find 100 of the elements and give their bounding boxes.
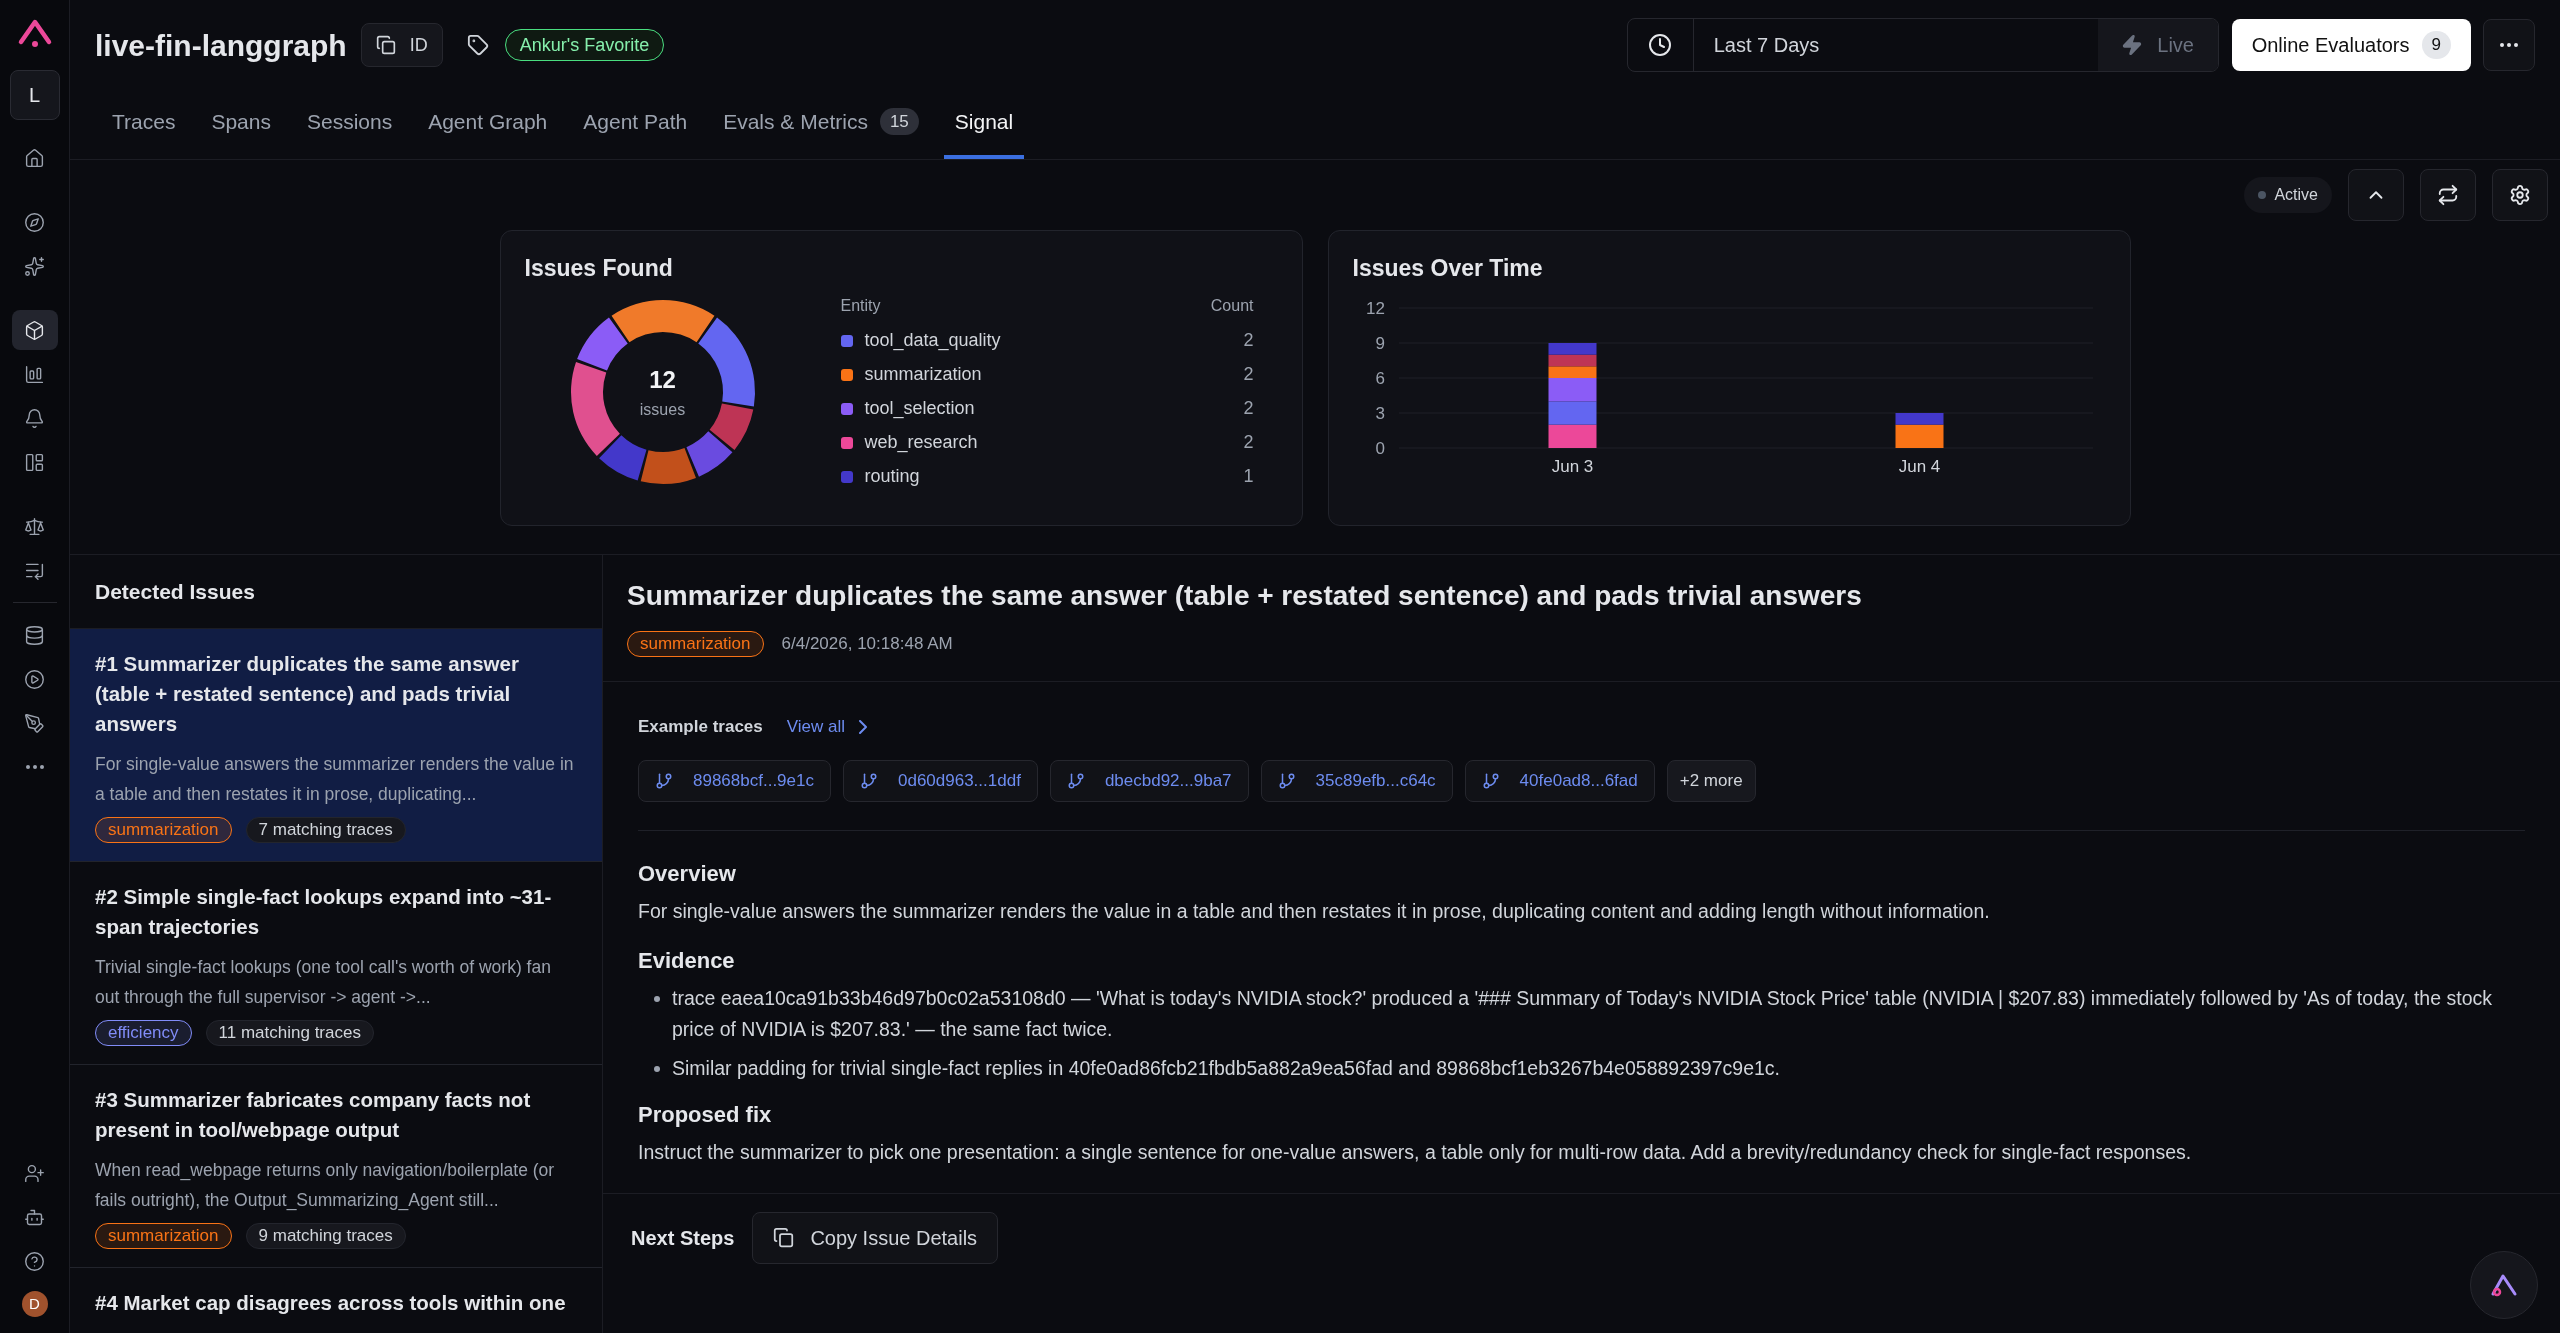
- bullet-icon: [654, 995, 660, 1002]
- help-icon: [24, 1250, 45, 1272]
- issue-title: #3 Summarizer fabricates company facts not present in tool/webpage output: [95, 1087, 532, 1143]
- issue-total: 12: [649, 364, 676, 395]
- count-badge: 9: [2421, 31, 2451, 59]
- category-tag: summarization: [627, 631, 764, 657]
- entity-name: web_research: [864, 431, 978, 455]
- cube-nav-button[interactable]: [11, 310, 58, 350]
- chart-icon: [24, 363, 45, 385]
- card-title: Issues Found: [524, 254, 673, 283]
- x-tick-label: Jun 3: [1551, 456, 1593, 476]
- issue-title: #2 Simple single-fact lookups expand into ~31-span trajectories: [95, 884, 553, 940]
- more-icon: [2500, 43, 2518, 47]
- category-tag: efficiency: [95, 1020, 192, 1046]
- count-badge: 15: [879, 108, 919, 135]
- trace-chip[interactable]: 40fe0ad8...6fad: [1464, 759, 1655, 802]
- repeat-icon: [2437, 184, 2459, 206]
- tab[interactable]: Sessions: [295, 88, 404, 159]
- issue-description: When read_webpage returns only navigation/boilerplate (or fails outright), the Output_Summarizing_Agent still...: [95, 1159, 556, 1213]
- entity-count: 2: [1243, 329, 1254, 352]
- entity-name: tool_selection: [864, 397, 975, 421]
- x-tick-label: Jun 4: [1898, 456, 1940, 476]
- donut-slice: [685, 430, 732, 477]
- section-heading: Proposed fix: [638, 1100, 773, 1129]
- section-label: Example traces: [638, 716, 763, 738]
- issue-title: #4 Market cap disagrees across tools within one: [95, 1290, 567, 1316]
- status-pill: Active: [2244, 177, 2332, 213]
- entity-count: 1: [1243, 465, 1254, 488]
- copy-issue-details-button[interactable]: Copy Issue Details: [752, 1211, 999, 1264]
- branch-icon: [860, 771, 878, 790]
- assistant-logo-icon: [2489, 1272, 2519, 1298]
- tab[interactable]: Agent Path: [572, 88, 699, 159]
- sparkles-icon: [24, 255, 45, 277]
- tab[interactable]: Agent Graph: [417, 88, 559, 159]
- online-evaluators-button[interactable]: Online Evaluators 9: [2231, 19, 2471, 71]
- y-tick-label: 9: [1375, 333, 1385, 353]
- user-avatar[interactable]: D: [21, 1291, 48, 1317]
- issue-description: Trivial single-fact lookups (one tool call's worth of work) fan out through the full supervisor -> agent ->...: [95, 956, 552, 1009]
- cube-icon: [24, 319, 45, 341]
- trace-chip[interactable]: dbecbd92...9ba7: [1049, 759, 1249, 802]
- branch-icon: [1277, 771, 1296, 790]
- bar-segment: [1548, 354, 1596, 366]
- tab[interactable]: Signal: [943, 88, 1025, 159]
- tag-icon[interactable]: [466, 34, 489, 56]
- add-user-icon: [24, 1162, 45, 1184]
- entity-name: tool_data_quality: [864, 329, 1001, 353]
- copy-icon: [773, 1227, 795, 1248]
- settings-icon: [2509, 184, 2531, 206]
- branch-icon: [1066, 771, 1085, 790]
- category-tag: summarization: [95, 817, 232, 843]
- copy-icon: [375, 35, 396, 55]
- issue-heading: Summarizer duplicates the same answer (table + restated sentence) and pads trivial answers: [627, 579, 1863, 613]
- entity-name: routing: [864, 465, 920, 488]
- tab[interactable]: Evals & Metrics 15: [712, 88, 930, 159]
- settings-button[interactable]: [2492, 169, 2548, 221]
- issue-total-label: issues: [639, 399, 686, 420]
- branch-icon: [1481, 771, 1500, 790]
- evidence-item: trace eaea10ca91b33b46d97b0c02a53108d0 — 'What is today's NVIDIA stock?' produced a '### Summary of Today's NVIDIA Stock Price' table (NVIDIA | $207.83) immediately followed by 'As of today, the stock price of NVIDIA is $207.83.' — the same fact twice.: [672, 985, 2493, 1042]
- pen-icon: [24, 712, 45, 734]
- section-heading: Evidence: [638, 946, 736, 975]
- scale-icon: [24, 515, 45, 537]
- bar-segment: [1548, 424, 1596, 448]
- trace-chip[interactable]: 89868bcf...9e1c: [638, 759, 831, 802]
- layout-icon: [24, 451, 45, 473]
- entity-count: 2: [1243, 397, 1254, 420]
- more-icon: [25, 765, 44, 769]
- matching-traces-count: 9 matching traces: [245, 1223, 406, 1249]
- view-all-link[interactable]: View all: [786, 714, 868, 740]
- refresh-button[interactable]: [2420, 169, 2476, 221]
- trace-chip[interactable]: 35c89efb...c64c: [1260, 759, 1453, 802]
- bar-segment: [1548, 400, 1596, 425]
- tab[interactable]: Traces: [101, 88, 187, 159]
- entity-count: 2: [1243, 431, 1254, 454]
- issue-description: For single-value answers the summarizer renders the value in a table and then restates it in prose, duplicating...: [95, 753, 575, 806]
- copy-id-button[interactable]: ID: [360, 23, 443, 67]
- workspace-button[interactable]: L: [9, 70, 60, 120]
- bell-icon: [24, 407, 45, 429]
- overview-text: For single-value answers the summarizer renders the value in a table and then restates it in prose, duplicating content and adding length without information.: [638, 898, 1991, 924]
- next-steps-label: Next Steps: [631, 1225, 735, 1251]
- category-tag: summarization: [95, 1223, 232, 1249]
- favorite-tag: Ankur's Favorite: [504, 29, 665, 61]
- database-icon: [24, 624, 45, 646]
- entity-count: 2: [1243, 363, 1254, 386]
- proposed-fix-text: Instruct the summarizer to pick one presentation: a single sentence for one-value answers, a table only for multi-row data. Add a brevity/redundancy check for single-fact responses.: [638, 1139, 2193, 1165]
- bullet-icon: [654, 1065, 660, 1072]
- more-traces-button[interactable]: +2 more: [1666, 759, 1756, 802]
- play-icon: [24, 668, 45, 690]
- tab[interactable]: Spans: [200, 88, 282, 159]
- trace-chip[interactable]: 0d60d963...1ddf: [843, 759, 1038, 802]
- y-tick-label: 12: [1365, 298, 1385, 318]
- column-header: Count: [1210, 295, 1254, 316]
- y-tick-label: 0: [1375, 438, 1385, 458]
- matching-traces-count: 7 matching traces: [245, 817, 406, 843]
- entity-name: summarization: [864, 363, 982, 386]
- project-title: live-fin-langgraph: [95, 27, 347, 64]
- branch-icon: [655, 771, 673, 790]
- home-icon: [24, 147, 45, 169]
- issue-item[interactable]: [70, 629, 602, 862]
- chevron-right-icon: [859, 719, 868, 734]
- y-tick-label: 6: [1375, 368, 1385, 388]
